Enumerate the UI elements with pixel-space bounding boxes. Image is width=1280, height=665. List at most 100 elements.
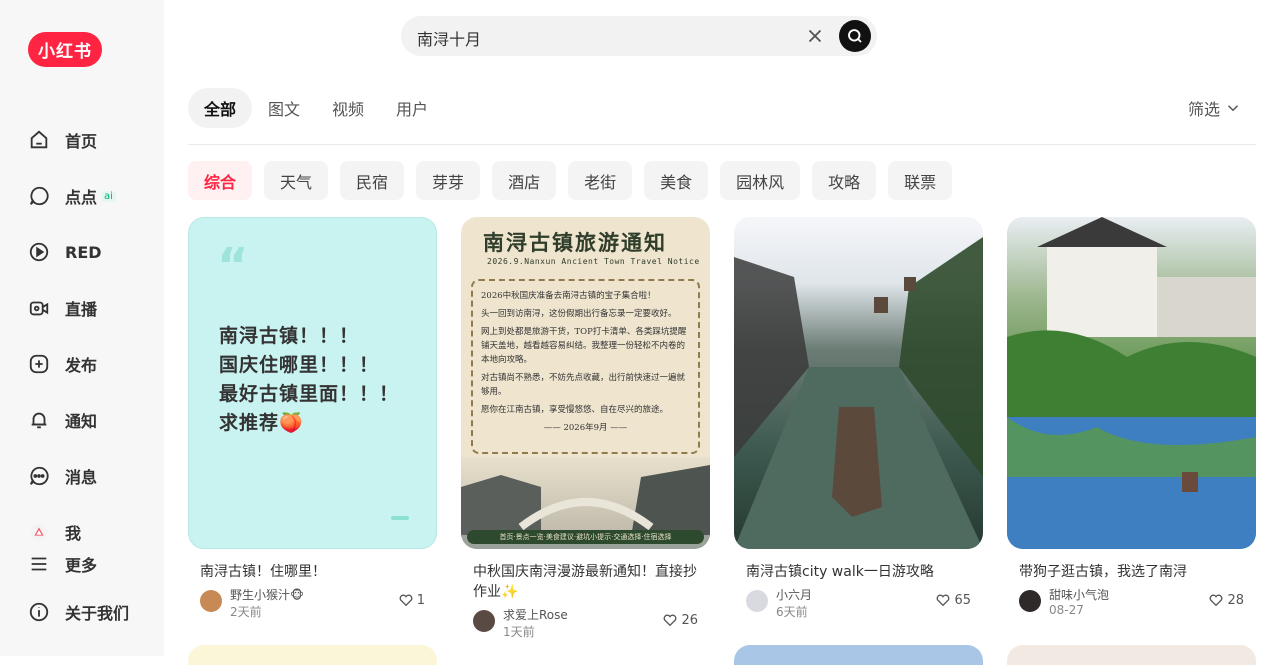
chip-homestay[interactable]: 民宿 xyxy=(340,161,405,200)
note-card[interactable]: 南浔古镇city walk一日游攻略 小六月 6天前 65 xyxy=(734,217,983,620)
close-icon[interactable] xyxy=(804,25,826,47)
note-meta: 求爱上Rose 1天前 26 xyxy=(461,606,710,640)
note-meta: 小六月 6天前 65 xyxy=(734,586,983,620)
sidebar-item-label: 发布 xyxy=(65,356,98,375)
like-button[interactable]: 1 xyxy=(398,592,425,608)
sidebar-item-me[interactable]: 我 xyxy=(28,517,81,547)
chip-combo-ticket[interactable]: 联票 xyxy=(888,161,953,200)
like-button[interactable]: 65 xyxy=(935,592,971,608)
chip-weather[interactable]: 天气 xyxy=(264,161,329,200)
note-cover[interactable]: “ 南浔古镇！！！ 国庆住哪里！！！ 最好古镇里面！！！ 求推荐🍑 xyxy=(188,217,437,549)
cover-subtitle: 2026.9.Nanxun Ancient Town Travel Notice xyxy=(487,257,700,266)
note-card[interactable]: 带狗子逛古镇，我选了南浔 甜味小气泡 08-27 28 xyxy=(1007,217,1256,620)
sidebar-item-diandian[interactable]: 点点 ai xyxy=(28,181,116,211)
tab-all[interactable]: 全部 xyxy=(188,88,253,128)
search-button[interactable] xyxy=(839,20,871,52)
chip-food[interactable]: 美食 xyxy=(644,161,709,200)
like-count: 65 xyxy=(954,592,971,608)
note-cover-peek[interactable] xyxy=(1007,645,1256,665)
sidebar-item-label: 更多 xyxy=(65,556,98,575)
message-icon xyxy=(29,466,49,486)
chip-old-street[interactable]: 老街 xyxy=(568,161,633,200)
note-meta: 甜味小气泡 08-27 28 xyxy=(1007,586,1256,620)
chip-yaya[interactable]: 芽芽 xyxy=(416,161,481,200)
heart-icon xyxy=(1209,594,1223,607)
sidebar-item-label: 点点 xyxy=(65,188,98,207)
chip-garden-style[interactable]: 园林风 xyxy=(720,161,801,200)
cover-bottom-bar: 首页·景点一览·美食建议·避坑小提示·交通选择·住宿选择 xyxy=(467,530,704,544)
avatar[interactable] xyxy=(746,590,768,612)
note-cover-peek[interactable] xyxy=(188,645,437,665)
author-name[interactable]: 求爱上Rose xyxy=(503,606,568,623)
sidebar-item-label: 消息 xyxy=(65,468,98,487)
note-card[interactable]: “ 南浔古镇！！！ 国庆住哪里！！！ 最好古镇里面！！！ 求推荐🍑 南浔古镇！住… xyxy=(188,217,437,620)
note-cover[interactable]: 南浔古镇旅游通知 2026.9.Nanxun Ancient Town Trav… xyxy=(461,217,710,549)
note-card[interactable]: 南浔古镇旅游通知 2026.9.Nanxun Ancient Town Trav… xyxy=(461,217,710,640)
sidebar-item-label: 首页 xyxy=(65,132,98,151)
sidebar-item-home[interactable]: 首页 xyxy=(28,125,97,155)
like-button[interactable]: 26 xyxy=(662,612,698,628)
info-icon xyxy=(29,602,49,622)
canal-photo xyxy=(734,237,983,549)
note-cover[interactable] xyxy=(1007,217,1256,549)
note-title[interactable]: 中秋国庆南浔漫游最新通知！直接抄作业✨ xyxy=(461,562,710,602)
post-time: 2天前 xyxy=(230,605,262,619)
sidebar-item-more[interactable]: 更多 xyxy=(28,549,97,579)
play-circle-icon xyxy=(29,242,49,262)
post-time: 1天前 xyxy=(503,625,535,639)
sidebar-item-label: RED xyxy=(65,242,102,262)
brand-logo[interactable]: 小红书 xyxy=(28,32,102,67)
chevron-down-icon xyxy=(1227,105,1239,112)
keyword-chips: 综合 天气 民宿 芽芽 酒店 老街 美食 园林风 攻略 联票 xyxy=(188,161,964,200)
like-count: 1 xyxy=(416,592,425,608)
sidebar-item-live[interactable]: 直播 xyxy=(28,293,97,323)
cover-notice-panel: 2026中秋国庆准备去南浔古镇的宝子集合啦！ 头一回到访南浔，这份假期出行备忘录… xyxy=(471,279,700,454)
decorative-dash xyxy=(391,516,409,520)
avatar[interactable] xyxy=(200,590,222,612)
home-icon xyxy=(30,130,48,149)
tab-image-text[interactable]: 图文 xyxy=(252,88,316,128)
sidebar-item-label: 直播 xyxy=(65,300,98,319)
chip-comprehensive[interactable]: 综合 xyxy=(188,161,253,200)
avatar[interactable] xyxy=(473,610,495,632)
author-name[interactable]: 野生小猴汁🐵 xyxy=(230,586,304,603)
note-title[interactable]: 带狗子逛古镇，我选了南浔 xyxy=(1007,562,1256,582)
note-title[interactable]: 南浔古镇！住哪里！ xyxy=(188,562,437,582)
like-button[interactable]: 28 xyxy=(1208,592,1244,608)
post-time: 6天前 xyxy=(776,605,808,619)
note-cover[interactable] xyxy=(734,217,983,549)
sidebar-item-label: 我 xyxy=(65,524,82,543)
author-name[interactable]: 小六月 xyxy=(776,586,812,603)
town-photo xyxy=(1007,217,1256,549)
chip-guide[interactable]: 攻略 xyxy=(812,161,877,200)
user-avatar-icon xyxy=(30,523,48,541)
sidebar-item-publish[interactable]: 发布 xyxy=(28,349,97,379)
heart-icon xyxy=(663,614,677,627)
cover-text: 南浔古镇！！！ 国庆住哪里！！！ 最好古镇里面！！！ 求推荐🍑 xyxy=(219,325,400,434)
note-title[interactable]: 南浔古镇city walk一日游攻略 xyxy=(734,562,983,582)
result-type-tabs: 全部 图文 视频 用户 xyxy=(188,88,444,128)
cover-title: 南浔古镇旅游通知 xyxy=(483,230,667,255)
menu-icon xyxy=(31,557,47,571)
tab-users[interactable]: 用户 xyxy=(380,88,444,128)
tab-video[interactable]: 视频 xyxy=(316,88,380,128)
sidebar-item-about[interactable]: 关于我们 xyxy=(28,597,129,627)
filter-label: 筛选 xyxy=(1188,100,1221,119)
heart-icon xyxy=(936,594,950,607)
sidebar-item-messages[interactable]: 消息 xyxy=(28,461,97,491)
heart-icon xyxy=(399,594,413,607)
note-cover-peek[interactable] xyxy=(734,645,983,665)
ai-badge: ai xyxy=(101,190,116,202)
quote-mark-icon: “ xyxy=(217,238,249,294)
divider xyxy=(188,144,1256,145)
search-input[interactable]: 南浔十月 xyxy=(417,26,481,50)
filter-button[interactable]: 筛选 xyxy=(1188,96,1242,120)
sidebar-item-label: 关于我们 xyxy=(65,604,130,623)
sidebar-item-notifications[interactable]: 通知 xyxy=(28,405,97,435)
chip-hotel[interactable]: 酒店 xyxy=(492,161,557,200)
sidebar: 小红书 首页 点点 ai RED 直播 发布 通知 消息 我 更多 关于我们 xyxy=(0,0,164,656)
author-name[interactable]: 甜味小气泡 xyxy=(1049,586,1109,603)
sidebar-item-red[interactable]: RED xyxy=(28,237,102,267)
like-count: 26 xyxy=(681,612,698,628)
avatar[interactable] xyxy=(1019,590,1041,612)
